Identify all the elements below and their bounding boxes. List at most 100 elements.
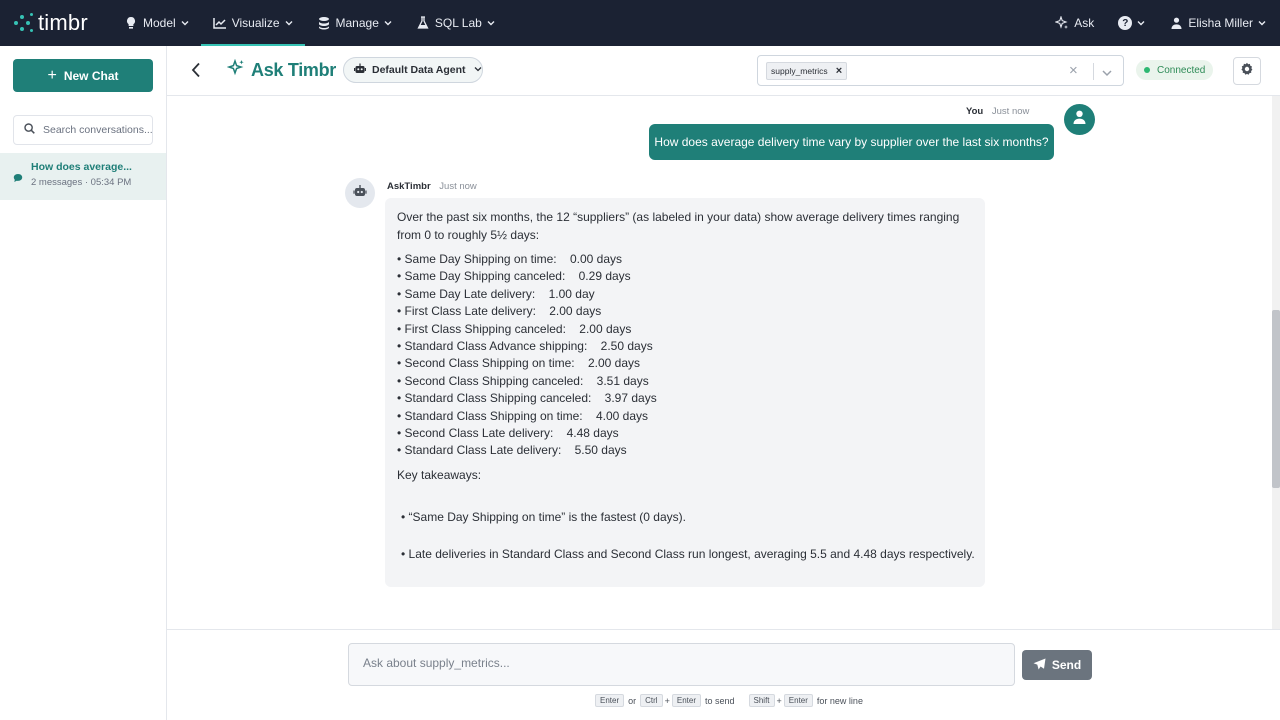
message-input-placeholder: Ask about supply_metrics... <box>363 656 510 670</box>
nav-ask-label: Ask <box>1074 16 1095 30</box>
chevron-down-icon <box>181 19 189 27</box>
list-item: • First Class Shipping canceled: 2.00 da… <box>397 321 632 336</box>
chat-bubble-icon <box>13 170 23 188</box>
send-label: Send <box>1051 658 1082 672</box>
bot-message-bubble: Over the past six months, the 12 “suppli… <box>385 198 985 587</box>
user-menu[interactable]: Elisha Miller <box>1157 0 1280 46</box>
remove-tag-icon[interactable]: × <box>836 65 842 77</box>
hint-plus: + <box>664 695 670 706</box>
list-item: • Standard Class Shipping canceled: 3.97… <box>397 391 657 406</box>
list-item: • Second Class Shipping on time: 2.00 da… <box>397 356 641 371</box>
key-takeaways-heading: Key takeaways: <box>397 467 482 482</box>
database-icon <box>317 16 331 30</box>
nav-model[interactable]: Model <box>112 0 201 46</box>
connection-status-badge: Connected <box>1136 60 1214 80</box>
clear-icon[interactable]: × <box>1069 62 1078 79</box>
user-message-meta: You Just now <box>966 106 1029 117</box>
ontology-tag: supply_metrics × <box>766 62 848 80</box>
chat-header: Ask Timbr Default Data Agent supply_metr… <box>167 46 1280 96</box>
conversation-meta: 2 messages · 05:34 PM <box>31 177 132 188</box>
nav-ask[interactable]: Ask <box>1043 0 1106 46</box>
chevron-down-icon[interactable] <box>1101 65 1113 83</box>
kbd-enter: Enter <box>595 694 625 707</box>
search-icon <box>24 121 35 139</box>
conversation-title: How does average... <box>31 161 132 173</box>
search-placeholder: Search conversations... <box>43 124 152 136</box>
nav-visualize[interactable]: Visualize <box>200 0 305 46</box>
hint-to-send: to send <box>704 695 735 706</box>
hint-plus: + <box>776 695 782 706</box>
chat-scrollbar[interactable] <box>1272 96 1280 630</box>
list-item: • Standard Class Shipping on time: 4.00 … <box>397 408 649 423</box>
robot-icon <box>354 63 366 77</box>
kbd-ctrl: Ctrl <box>640 694 663 707</box>
user-message-author: You <box>966 106 984 117</box>
delivery-time-list: • Same Day Shipping on time: 0.00 days •… <box>397 251 973 460</box>
conversation-item[interactable]: How does average... 2 messages · 05:34 P… <box>0 153 166 200</box>
chevron-down-icon <box>285 19 293 27</box>
kbd-enter: Enter <box>783 694 813 707</box>
bot-message-time: Just now <box>439 181 477 192</box>
status-dot-icon <box>1144 67 1150 73</box>
scrollbar-thumb[interactable] <box>1272 310 1280 488</box>
user-message-bubble: How does average delivery time vary by s… <box>649 124 1054 160</box>
avatar <box>1064 104 1095 135</box>
list-item: • Standard Class Advance shipping: 2.50 … <box>397 338 653 353</box>
gear-icon <box>1240 62 1254 81</box>
user-name: Elisha Miller <box>1188 16 1253 30</box>
chevron-down-icon <box>474 64 482 76</box>
kbd-shift: Shift <box>748 694 775 707</box>
paper-plane-icon <box>1033 658 1046 673</box>
plus-icon: + <box>47 66 57 84</box>
keyboard-hint: Enter or Ctrl + Enter to send Shift + En… <box>595 694 863 707</box>
back-icon[interactable] <box>191 62 201 83</box>
chevron-down-icon <box>1258 19 1266 27</box>
conversations-sidebar: + New Chat Search conversations... How d… <box>0 46 167 720</box>
sparkle-icon <box>1055 16 1069 30</box>
nav-sql-lab[interactable]: SQL Lab <box>404 0 507 46</box>
bot-avatar <box>345 178 375 208</box>
robot-icon <box>353 184 367 202</box>
user-message-time: Just now <box>991 106 1030 117</box>
select-divider <box>1093 63 1094 80</box>
takeaway-item: • “Same Day Shipping on time” is the fas… <box>401 510 686 524</box>
list-item: • Same Day Shipping on time: 0.00 days <box>397 252 622 266</box>
chevron-down-icon <box>487 19 495 27</box>
list-item: • Standard Class Late delivery: 5.50 day… <box>397 443 627 458</box>
nav-model-label: Model <box>143 16 176 30</box>
nav-sql-lab-label: SQL Lab <box>434 16 482 30</box>
settings-button[interactable] <box>1233 57 1261 85</box>
ontology-select[interactable]: supply_metrics × × <box>757 55 1124 86</box>
agent-label: Default Data Agent <box>372 64 466 76</box>
bot-message-author: AskTimbr <box>387 181 431 192</box>
connection-status-label: Connected <box>1157 64 1206 76</box>
takeaway-item: • Late deliveries in Standard Class and … <box>401 547 975 561</box>
nav-manage-label: Manage <box>335 16 379 30</box>
list-item: • Same Day Shipping canceled: 0.29 days <box>397 269 631 284</box>
timbr-logo[interactable]: timbr <box>12 0 112 46</box>
nav-manage[interactable]: Manage <box>305 0 404 46</box>
search-conversations-input[interactable]: Search conversations... <box>13 115 153 145</box>
list-item: • Same Day Late delivery: 1.00 day <box>397 286 595 301</box>
new-chat-label: New Chat <box>63 68 119 83</box>
send-button[interactable]: Send <box>1022 650 1092 680</box>
new-chat-button[interactable]: + New Chat <box>13 59 153 92</box>
nav-right-group: Ask ? Elisha Miller <box>1043 0 1280 46</box>
user-icon <box>1169 16 1183 30</box>
top-navbar: timbr Model Visualize Manage SQL Lab Ask… <box>0 0 1280 46</box>
kbd-enter: Enter <box>671 694 701 707</box>
chevron-down-icon <box>1137 19 1145 27</box>
chart-icon <box>212 16 227 30</box>
bot-message-intro: Over the past six months, the 12 “suppli… <box>397 210 960 242</box>
hint-new-line: for new line <box>816 695 863 706</box>
message-input[interactable]: Ask about supply_metrics... <box>348 643 1015 686</box>
logo-text: timbr <box>38 10 88 35</box>
flask-icon <box>416 16 430 30</box>
page-title: Ask Timbr <box>226 58 336 82</box>
chevron-down-icon <box>384 19 392 27</box>
help-menu[interactable]: ? <box>1106 0 1157 46</box>
user-icon <box>1073 110 1086 129</box>
logo-dots-icon <box>12 11 36 35</box>
sparkle-icon <box>226 58 245 82</box>
agent-select[interactable]: Default Data Agent <box>343 57 483 83</box>
